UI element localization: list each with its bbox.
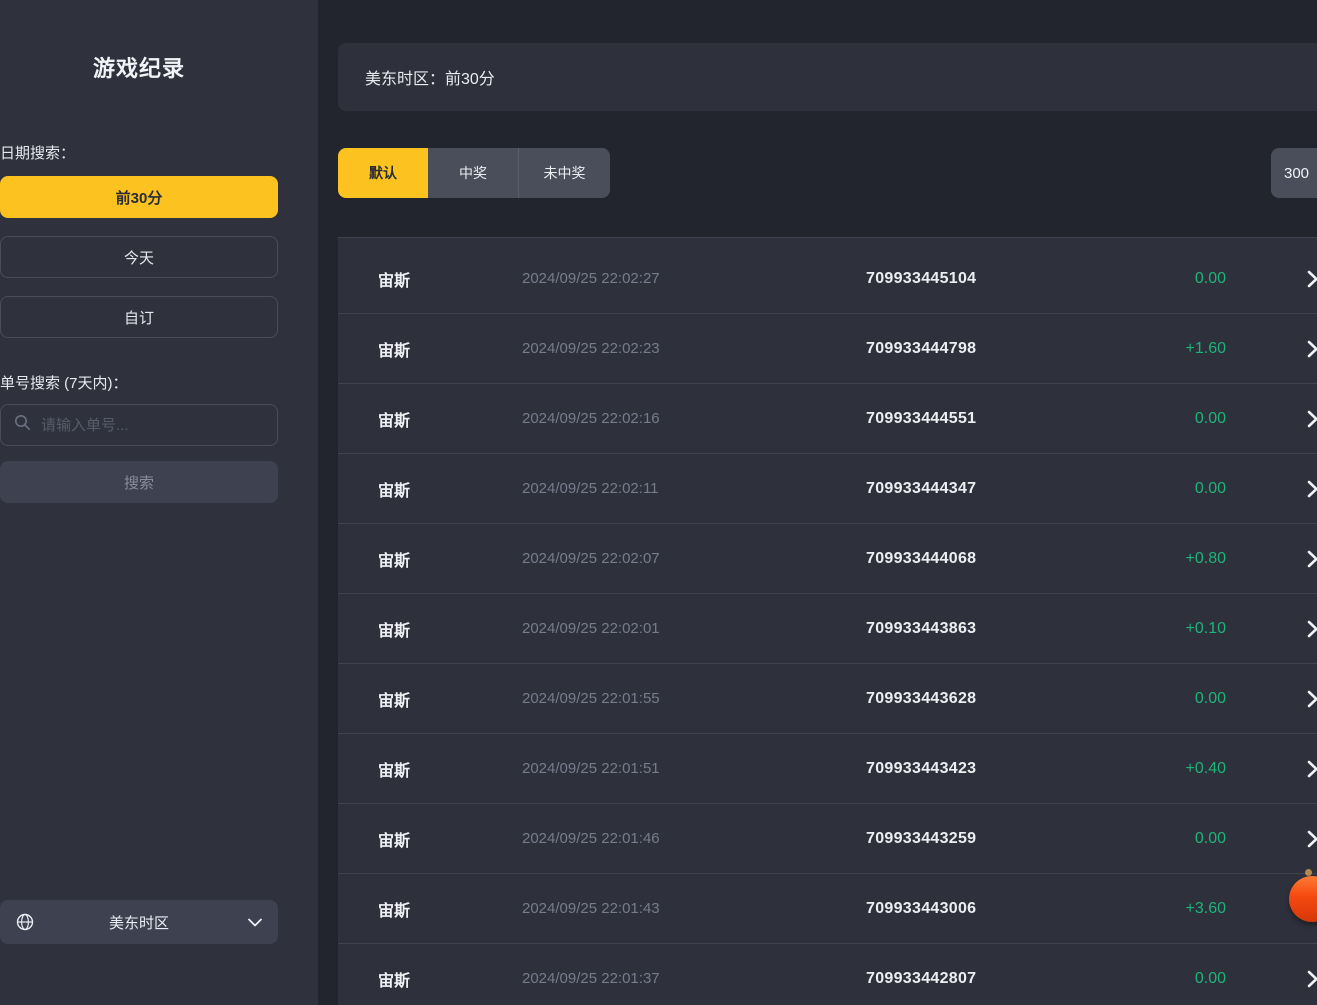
date-range-button[interactable]: 自订 [0, 296, 278, 338]
order-number: 709933443628 [866, 690, 1146, 708]
table-row[interactable]: 宙斯2024/09/25 22:01:43709933443006+3.60 [338, 874, 1317, 944]
search-button[interactable]: 搜索 [0, 461, 278, 503]
page-size-button[interactable]: 300 [1271, 148, 1317, 198]
chevron-right-icon [1307, 480, 1317, 497]
globe-icon [16, 913, 34, 931]
bet-time: 2024/09/25 22:02:11 [522, 480, 866, 497]
table-row[interactable]: 宙斯2024/09/25 22:01:51709933443423+0.40 [338, 734, 1317, 804]
bet-time: 2024/09/25 22:02:23 [522, 340, 866, 357]
tab-won[interactable]: 中奖 [428, 148, 518, 198]
tab-default[interactable]: 默认 [338, 148, 428, 198]
game-name: 宙斯 [338, 337, 522, 361]
sidebar: 游戏纪录 日期搜索： 前30分今天自订 单号搜索 (7天内)： 搜索 美东时区 [0, 0, 318, 1005]
date-search-label: 日期搜索： [0, 142, 278, 163]
chevron-right-icon [1307, 690, 1317, 707]
order-search-input[interactable] [41, 417, 277, 434]
chevron-right-icon [1307, 760, 1317, 777]
timezone-selector[interactable]: 美东时区 [0, 900, 278, 944]
filter-tabs: 默认中奖未中奖 [338, 148, 610, 198]
date-range-button[interactable]: 前30分 [0, 176, 278, 218]
header-bar: 美东时区：前30分 [338, 43, 1317, 111]
table-row[interactable]: 宙斯2024/09/25 22:02:167099334445510.00 [338, 384, 1317, 454]
game-name: 宙斯 [338, 687, 522, 711]
chevron-right-icon [1307, 410, 1317, 427]
chevron-right-icon [1307, 550, 1317, 567]
game-name: 宙斯 [338, 547, 522, 571]
chevron-right-icon [1307, 830, 1317, 847]
win-amount: 0.00 [1146, 830, 1317, 848]
chevron-right-icon [1307, 340, 1317, 357]
bet-time: 2024/09/25 22:02:27 [522, 270, 866, 287]
bet-time: 2024/09/25 22:02:07 [522, 550, 866, 567]
bet-time: 2024/09/25 22:01:51 [522, 760, 866, 777]
order-search-label: 单号搜索 (7天内)： [0, 372, 278, 393]
win-amount: 0.00 [1146, 480, 1317, 498]
header-title: 美东时区：前30分 [365, 65, 495, 89]
floating-widget-dot [1305, 869, 1312, 876]
order-number: 709933444068 [866, 550, 1146, 568]
win-amount: 0.00 [1146, 270, 1317, 288]
table-row[interactable]: 宙斯2024/09/25 22:01:377099334428070.00 [338, 944, 1317, 1005]
win-amount: +0.10 [1146, 620, 1317, 638]
order-number: 709933443006 [866, 900, 1146, 918]
records-table: 宙斯2024/09/25 22:02:277099334451040.00宙斯2… [338, 237, 1317, 1005]
timezone-label: 美东时区 [109, 912, 169, 933]
order-number: 709933443423 [866, 760, 1146, 778]
order-number: 709933442807 [866, 970, 1146, 988]
table-row[interactable]: 宙斯2024/09/25 22:02:07709933444068+0.80 [338, 524, 1317, 594]
page-title: 游戏纪录 [0, 51, 278, 83]
table-row[interactable]: 宙斯2024/09/25 22:02:117099334443470.00 [338, 454, 1317, 524]
win-amount: +1.60 [1146, 340, 1317, 358]
game-name: 宙斯 [338, 617, 522, 641]
game-name: 宙斯 [338, 267, 522, 291]
bet-time: 2024/09/25 22:02:01 [522, 620, 866, 637]
bet-time: 2024/09/25 22:02:16 [522, 410, 866, 427]
date-range-button[interactable]: 今天 [0, 236, 278, 278]
game-name: 宙斯 [338, 967, 522, 991]
win-amount: +0.80 [1146, 550, 1317, 568]
table-row[interactable]: 宙斯2024/09/25 22:02:01709933443863+0.10 [338, 594, 1317, 664]
order-number: 709933444551 [866, 410, 1146, 428]
game-records-page: 游戏纪录 日期搜索： 前30分今天自订 单号搜索 (7天内)： 搜索 美东时区 … [0, 0, 1317, 1005]
chevron-right-icon [1307, 270, 1317, 287]
table-row[interactable]: 宙斯2024/09/25 22:01:467099334432590.00 [338, 804, 1317, 874]
order-number: 709933444347 [866, 480, 1146, 498]
table-row[interactable]: 宙斯2024/09/25 22:01:557099334436280.00 [338, 664, 1317, 734]
chevron-down-icon [248, 918, 262, 927]
game-name: 宙斯 [338, 407, 522, 431]
order-search-box [0, 404, 278, 446]
main-content: 美东时区：前30分 默认中奖未中奖 300 宙斯2024/09/25 22:02… [318, 0, 1317, 1005]
game-name: 宙斯 [338, 897, 522, 921]
order-number: 709933444798 [866, 340, 1146, 358]
win-amount: 0.00 [1146, 690, 1317, 708]
tab-not-won[interactable]: 未中奖 [518, 148, 610, 198]
game-name: 宙斯 [338, 827, 522, 851]
order-number: 709933443863 [866, 620, 1146, 638]
win-amount: +0.40 [1146, 760, 1317, 778]
chevron-right-icon [1307, 970, 1317, 987]
win-amount: 0.00 [1146, 410, 1317, 428]
game-name: 宙斯 [338, 477, 522, 501]
search-icon [14, 414, 31, 436]
table-row[interactable]: 宙斯2024/09/25 22:02:23709933444798+1.60 [338, 314, 1317, 384]
game-name: 宙斯 [338, 757, 522, 781]
chevron-right-icon [1307, 620, 1317, 637]
win-amount: 0.00 [1146, 970, 1317, 988]
bet-time: 2024/09/25 22:01:43 [522, 900, 866, 917]
bet-time: 2024/09/25 22:01:37 [522, 970, 866, 987]
bet-time: 2024/09/25 22:01:55 [522, 690, 866, 707]
order-number: 709933443259 [866, 830, 1146, 848]
table-row[interactable]: 宙斯2024/09/25 22:02:277099334451040.00 [338, 244, 1317, 314]
bet-time: 2024/09/25 22:01:46 [522, 830, 866, 847]
order-number: 709933445104 [866, 270, 1146, 288]
